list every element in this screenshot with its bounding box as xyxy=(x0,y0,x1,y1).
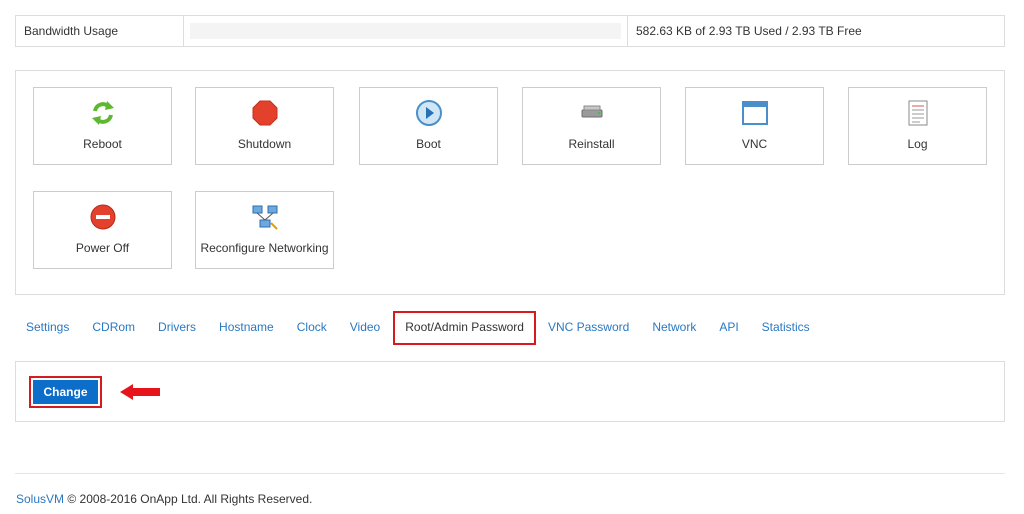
control-panel: Reboot Shutdown Boot Reinstall VNC Log P… xyxy=(15,70,1005,295)
footer-divider xyxy=(15,473,1005,474)
bandwidth-progress-bar xyxy=(190,23,621,39)
tab-cdrom[interactable]: CDRom xyxy=(92,311,135,345)
settings-tabs: Settings CDRom Drivers Hostname Clock Vi… xyxy=(15,311,810,345)
solusvm-link[interactable]: SolusVM xyxy=(16,492,64,506)
reinstall-icon xyxy=(581,105,602,118)
power-off-icon xyxy=(90,204,115,230)
shutdown-label: Shutdown xyxy=(237,137,292,151)
tab-vnc-password[interactable]: VNC Password xyxy=(548,311,629,345)
reinstall-label: Reinstall xyxy=(568,137,615,151)
footer: SolusVM © 2008-2016 OnApp Ltd. All Right… xyxy=(16,492,312,506)
tab-root-admin-password[interactable]: Root/Admin Password xyxy=(393,311,536,345)
tab-hostname[interactable]: Hostname xyxy=(219,311,274,345)
log-label: Log xyxy=(907,137,928,151)
tab-settings[interactable]: Settings xyxy=(26,311,69,345)
log-icon xyxy=(908,100,927,126)
footer-copyright: © 2008-2016 OnApp Ltd. All Rights Reserv… xyxy=(67,492,313,506)
boot-label: Boot xyxy=(416,137,441,151)
reconfigure-networking-label: Reconfigure Networking xyxy=(200,241,329,255)
bandwidth-usage-label: Bandwidth Usage xyxy=(16,16,184,46)
reboot-icon xyxy=(91,101,114,125)
log-button[interactable]: Log xyxy=(848,87,987,165)
reinstall-button[interactable]: Reinstall xyxy=(522,87,661,165)
network-icon xyxy=(252,205,278,230)
boot-button[interactable]: Boot xyxy=(359,87,498,165)
bandwidth-bar-cell xyxy=(184,16,628,46)
reconfigure-networking-button[interactable]: Reconfigure Networking xyxy=(195,191,334,269)
change-button[interactable]: Change xyxy=(33,380,98,404)
change-button-highlight: Change xyxy=(29,376,102,408)
bandwidth-usage-row: Bandwidth Usage 582.63 KB of 2.93 TB Use… xyxy=(15,15,1005,47)
vnc-label: VNC xyxy=(741,137,768,151)
root-password-panel: Change xyxy=(15,361,1005,422)
tab-network[interactable]: Network xyxy=(652,311,696,345)
shutdown-icon xyxy=(252,100,277,126)
boot-icon xyxy=(415,100,442,126)
tab-clock[interactable]: Clock xyxy=(297,311,327,345)
vnc-button[interactable]: VNC xyxy=(685,87,824,165)
tab-video[interactable]: Video xyxy=(350,311,380,345)
bandwidth-usage-value: 582.63 KB of 2.93 TB Used / 2.93 TB Free xyxy=(636,24,862,38)
tab-api[interactable]: API xyxy=(719,311,738,345)
shutdown-button[interactable]: Shutdown xyxy=(195,87,334,165)
reboot-label: Reboot xyxy=(83,137,122,151)
tab-statistics[interactable]: Statistics xyxy=(762,311,810,345)
power-off-button[interactable]: Power Off xyxy=(33,191,172,269)
vnc-icon xyxy=(741,101,768,125)
tab-drivers[interactable]: Drivers xyxy=(158,311,196,345)
pointer-arrow-icon xyxy=(120,384,160,400)
power-off-label: Power Off xyxy=(75,241,130,255)
reboot-button[interactable]: Reboot xyxy=(33,87,172,165)
